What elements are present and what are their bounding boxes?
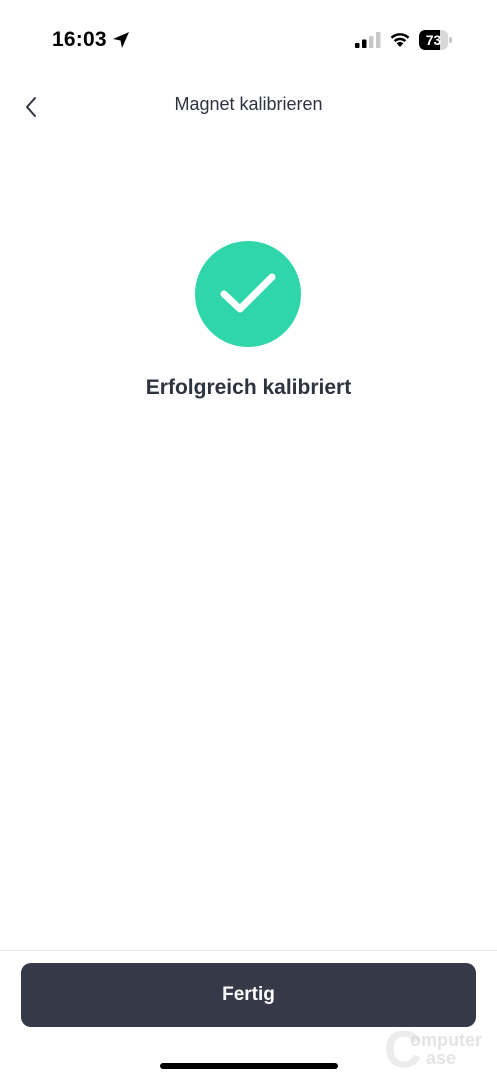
location-arrow-icon <box>113 32 129 48</box>
done-button[interactable]: Fertig <box>21 963 476 1027</box>
cellular-signal-icon <box>355 32 381 48</box>
watermark-line1: omputer <box>410 1030 482 1050</box>
battery-level: 73 <box>425 32 442 48</box>
computerbase-watermark: C omputer ase <box>384 1024 494 1076</box>
status-bar: 16:03 73 <box>0 0 497 80</box>
success-badge <box>195 241 301 347</box>
watermark-line2: ase <box>426 1048 457 1068</box>
watermark-logo-letter: C <box>384 1021 422 1079</box>
wifi-icon <box>390 33 410 47</box>
checkmark-icon <box>220 273 276 313</box>
battery-tip <box>449 37 452 43</box>
home-indicator <box>160 1063 338 1069</box>
battery-indicator: 73 <box>419 30 453 50</box>
status-time: 16:03 <box>52 28 107 51</box>
success-message: Erfolgreich kalibriert <box>145 376 352 399</box>
nav-bar: Magnet kalibrieren <box>0 80 497 132</box>
footer-divider <box>0 950 497 951</box>
page-title: Magnet kalibrieren <box>174 94 323 114</box>
battery-body: 73 <box>419 30 448 50</box>
